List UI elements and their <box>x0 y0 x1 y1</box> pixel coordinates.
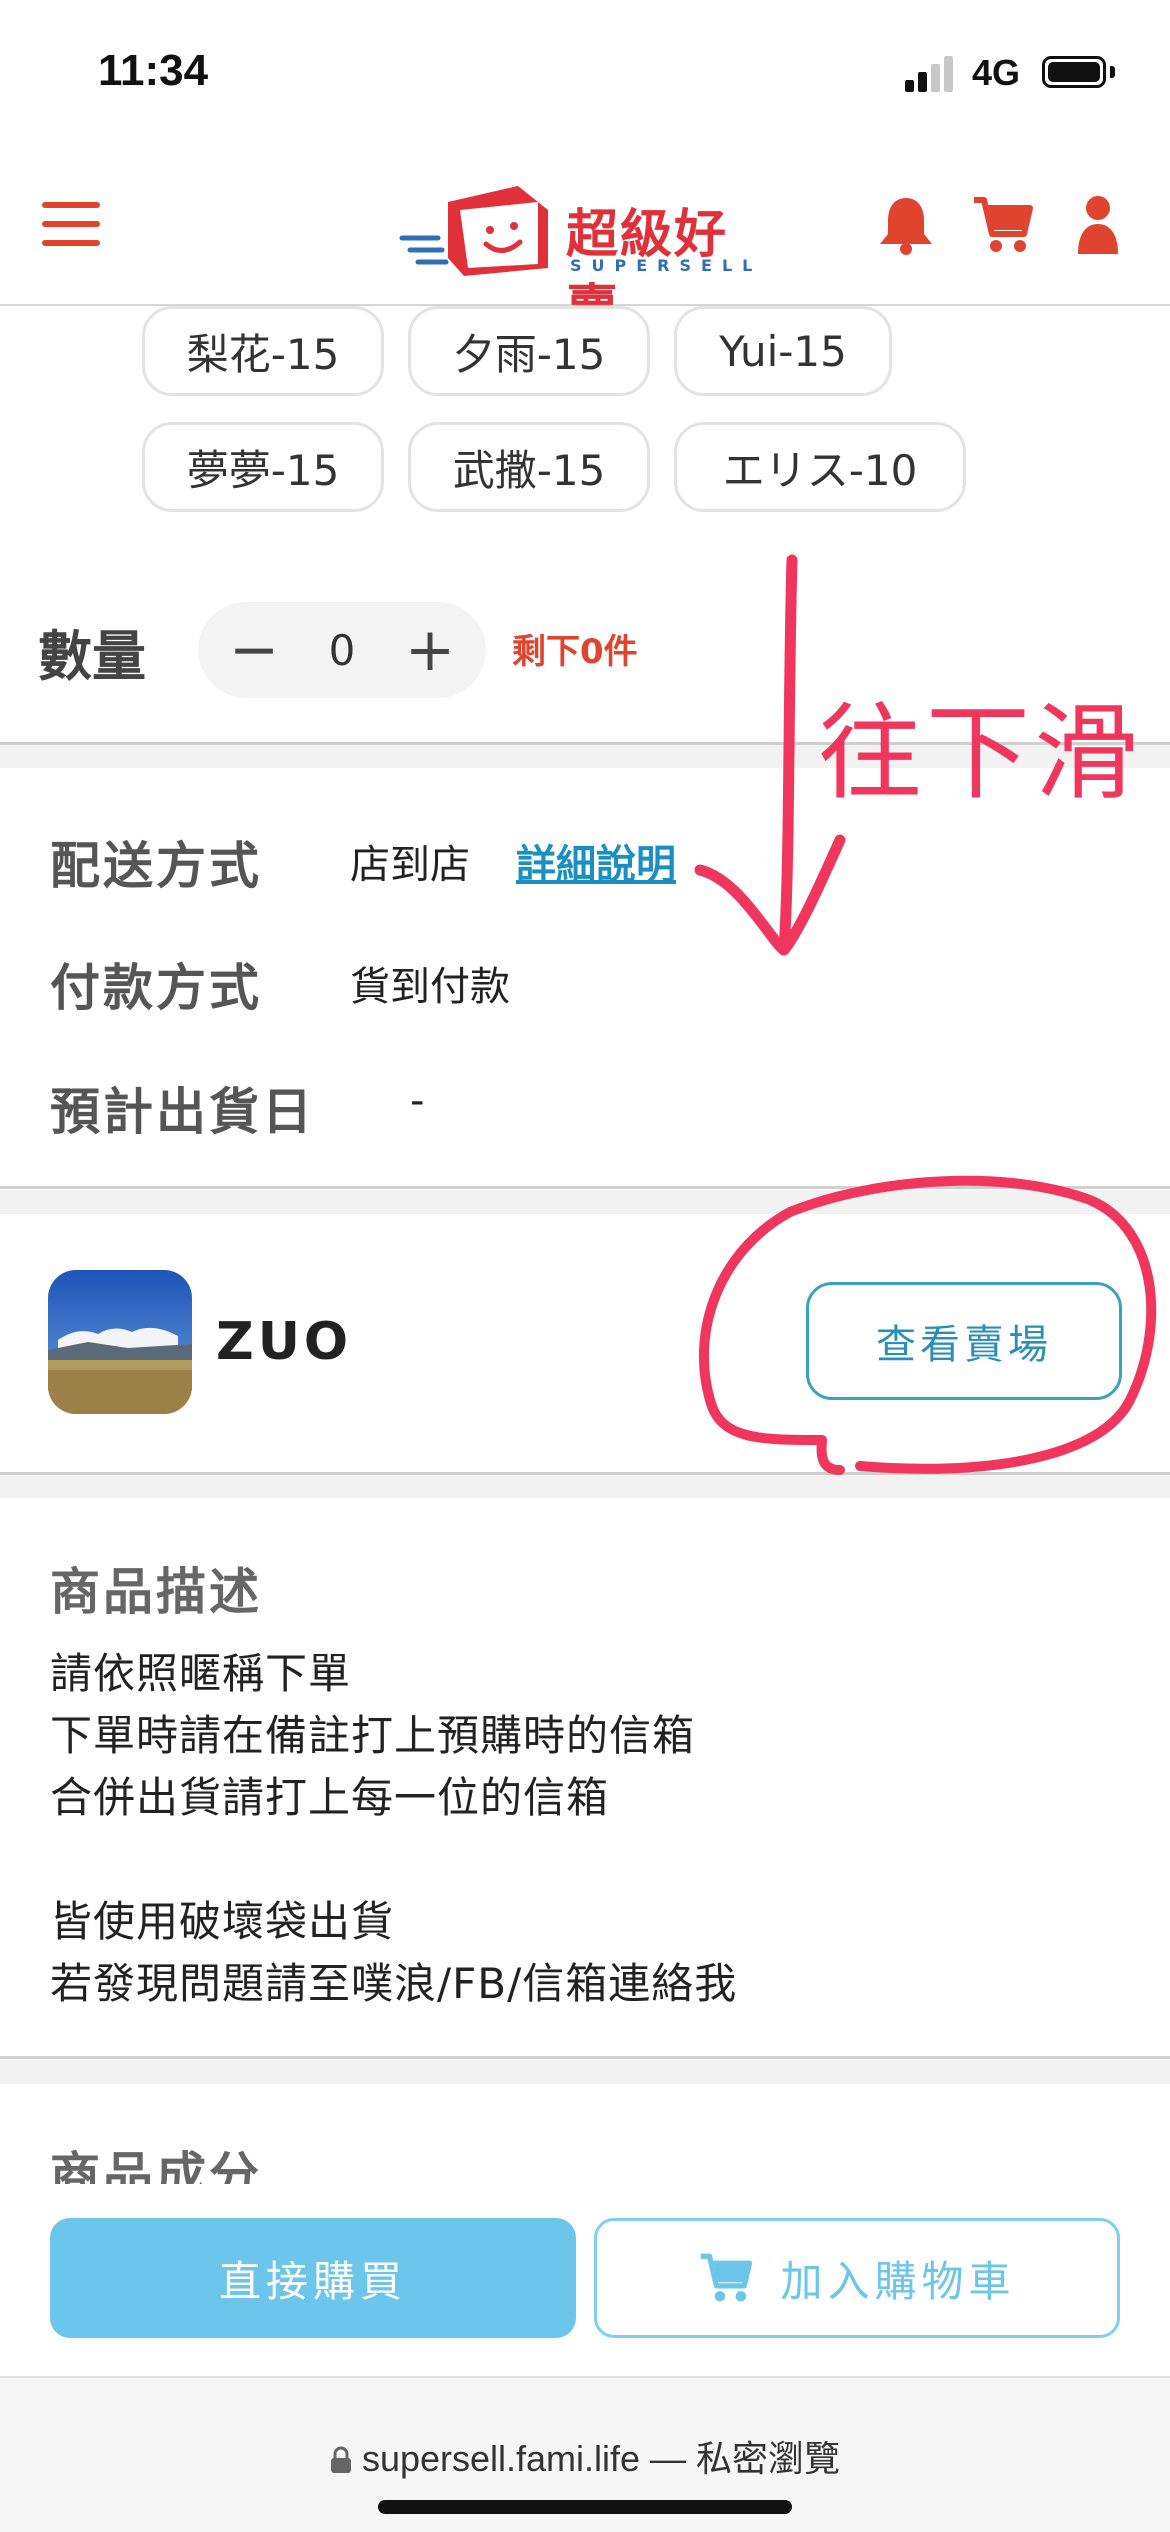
variant-chip[interactable]: 梨花-15 <box>142 306 384 396</box>
avatar-landscape-image <box>48 1270 192 1414</box>
add-to-cart-label: 加入購物車 <box>780 2256 1016 2306</box>
cart-icon[interactable] <box>972 194 1034 256</box>
quantity-label: 數量 <box>38 625 146 688</box>
home-indicator[interactable] <box>378 2500 792 2514</box>
action-bar: 直接購買 加入購物車 <box>0 2184 1170 2376</box>
url-text: supersell.fami.life — 私密瀏覽 <box>361 2438 841 2479</box>
battery-tip <box>1110 66 1115 78</box>
section-divider <box>0 1474 1170 1498</box>
section-divider <box>0 1190 1170 1214</box>
description-line: 請依照暱稱下單 <box>50 1649 352 1698</box>
browser-bar: supersell.fami.life — 私密瀏覽 <box>0 2376 1170 2532</box>
logo[interactable]: 超級好賣 SUPERSELL <box>398 172 778 340</box>
app-header: 超級好賣 SUPERSELL <box>0 150 1170 340</box>
delivery-method-label: 配送方式 <box>50 837 262 895</box>
delivery-method-value: 店到店 <box>350 842 470 888</box>
payment-method-value: 貨到付款 <box>350 964 510 1010</box>
logo-box-icon <box>399 186 548 276</box>
description-line: 若發現問題請至噗浪/FB/信箱連絡我 <box>50 1959 738 2008</box>
seller-avatar[interactable] <box>48 1270 192 1414</box>
menu-icon[interactable] <box>42 202 100 246</box>
add-to-cart-button[interactable]: 加入購物車 <box>594 2218 1120 2338</box>
variant-chip[interactable]: 夕雨-15 <box>408 306 650 396</box>
status-bar: 11:34 4G <box>0 0 1170 150</box>
stock-remaining: 剩下0件 <box>512 632 638 672</box>
cart-icon <box>701 2253 753 2302</box>
buy-now-button[interactable]: 直接購買 <box>50 2218 576 2338</box>
description-title: 商品描述 <box>50 1563 262 1621</box>
section-divider <box>0 2060 1170 2084</box>
view-store-button[interactable]: 查看賣場 <box>806 1282 1122 1400</box>
quantity-stepper: − 0 + <box>198 602 486 698</box>
section-divider-line <box>0 2056 1170 2059</box>
variant-chip[interactable]: 武撒-15 <box>408 422 650 512</box>
variant-chip[interactable]: エリス-10 <box>674 422 966 512</box>
lock-icon <box>330 2446 351 2473</box>
url-bar[interactable]: supersell.fami.life — 私密瀏覽 <box>0 2430 1170 2482</box>
section-divider-line <box>0 1472 1170 1475</box>
network-type: 4G <box>972 52 1021 93</box>
ship-date-value: - <box>410 1078 425 1124</box>
variant-chip[interactable]: 夢夢-15 <box>142 422 384 512</box>
payment-method-label: 付款方式 <box>50 959 262 1017</box>
bell-icon[interactable] <box>876 194 936 256</box>
quantity-value[interactable]: 0 <box>298 602 386 698</box>
increment-button[interactable]: + <box>390 602 470 698</box>
variant-options: 梨花-15 夕雨-15 Yui-15 夢夢-15 武撒-15 エリス-10 <box>0 306 1170 516</box>
signal-icon <box>905 56 957 92</box>
description-line: 下單時請在備註打上預購時的信箱 <box>50 1711 696 1760</box>
section-divider-line <box>0 1186 1170 1189</box>
variant-chip[interactable]: Yui-15 <box>674 306 892 396</box>
user-icon[interactable] <box>1076 194 1120 256</box>
seller-name: ZUO <box>216 1312 353 1372</box>
annotation-text: 往下滑 <box>818 692 1143 814</box>
logo-subtext: SUPERSELL <box>570 256 763 275</box>
status-time: 11:34 <box>98 46 209 95</box>
description-line: 皆使用破壞袋出貨 <box>50 1897 395 1946</box>
description-line: 合併出貨請打上每一位的信箱 <box>50 1773 610 1822</box>
battery-icon <box>1042 56 1106 88</box>
ship-date-label: 預計出貨日 <box>50 1083 315 1141</box>
decrement-button[interactable]: − <box>214 602 294 698</box>
delivery-details-link[interactable]: 詳細說明 <box>516 832 676 890</box>
